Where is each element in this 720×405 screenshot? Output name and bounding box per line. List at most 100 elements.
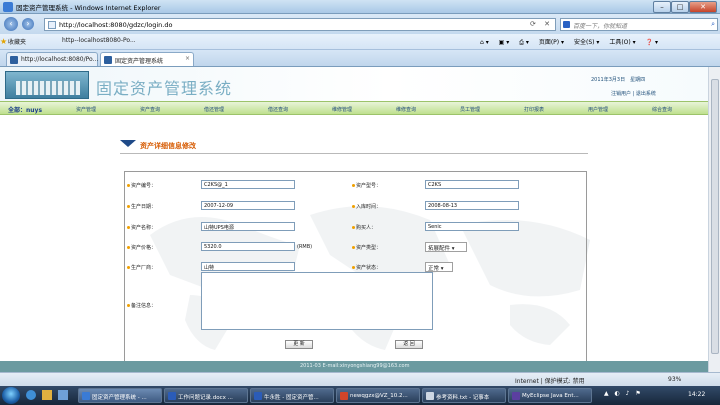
manufacturer-field[interactable]: 山特: [201, 262, 295, 271]
zoom-level[interactable]: 93%: [668, 376, 681, 383]
close-button[interactable]: ✕: [689, 1, 717, 13]
maximize-button[interactable]: □: [671, 1, 689, 13]
favorites-button[interactable]: 收藏夹: [8, 37, 26, 46]
asset-edit-form: 资产编号： C2KS@_1 资产型号： C2KS 生产日期： 2007-12-0…: [124, 171, 587, 372]
menu-repair-management[interactable]: 维修管理: [332, 106, 352, 113]
remarks-textarea[interactable]: [201, 272, 433, 330]
taskbar-item[interactable]: 牛永胜 - 固定资产管...: [250, 388, 334, 403]
menu-repair-query[interactable]: 维修查询: [396, 106, 416, 113]
browser-tab[interactable]: http://localhost:8080/Po...: [6, 52, 98, 66]
storage-time-label: 入库时间：: [352, 203, 381, 210]
desktop-quicklaunch-icon[interactable]: [58, 390, 68, 400]
favorites-link[interactable]: http--localhost8080-Po...: [62, 37, 136, 44]
ie-quicklaunch-icon[interactable]: [26, 390, 36, 400]
web-page: 固定资产管理系统 2011年3月3日 星期四 注销用户 | 退出系统 全部：nu…: [0, 67, 708, 372]
user-links[interactable]: 注销用户 | 退出系统: [611, 90, 656, 97]
taskbar-item[interactable]: 固定资产管理系统 - ...: [78, 388, 162, 403]
favorites-bar: ★ 收藏夹 http--localhost8080-Po... ⌂ ▾ ▣ ▾ …: [0, 34, 720, 50]
storage-time-field[interactable]: 2008-08-13: [425, 201, 519, 210]
tab-row: http://localhost:8080/Po... 固定资产管理系统 ×: [0, 50, 720, 67]
section-title: 资产详细信息修改: [140, 142, 196, 150]
back-button-form[interactable]: 返 回: [395, 340, 423, 349]
window-titlebar[interactable]: 固定资产管理系统 - Windows Internet Explorer – □…: [0, 0, 720, 14]
home-icon[interactable]: ⌂ ▾: [480, 39, 489, 46]
feeds-icon[interactable]: ▣ ▾: [499, 39, 510, 46]
asset-name-field[interactable]: 山特UPS电源: [201, 222, 295, 231]
baidu-icon: [563, 21, 570, 28]
word-icon: [254, 392, 262, 400]
scroll-thumb[interactable]: [711, 79, 719, 354]
menu-staff-management[interactable]: 员工管理: [460, 106, 480, 113]
page-menu[interactable]: 页面(P) ▾: [539, 39, 564, 46]
current-date: 2011年3月3日 星期四: [591, 77, 646, 83]
menu-borrow-query[interactable]: 借还查询: [268, 106, 288, 113]
asset-type-label: 资产类型：: [352, 244, 381, 251]
address-bar[interactable]: http://localhost:8080/gdzc/login.do ⟳ ✕: [44, 18, 556, 31]
menu-print-report[interactable]: 打印报表: [524, 106, 544, 113]
status-bar: Internet | 保护模式: 禁用 93%: [0, 372, 720, 386]
price-field[interactable]: 5320.0: [201, 242, 295, 251]
content-area: 资产详细信息修改 资产编号： C2KS@_1 资产型号： C2KS 生产日期： …: [0, 115, 708, 372]
tab-close-icon[interactable]: ×: [185, 55, 190, 62]
asset-model-label: 资产型号：: [352, 182, 381, 189]
start-button[interactable]: [2, 387, 20, 404]
tab-page-icon: [10, 56, 18, 64]
explorer-quicklaunch-icon[interactable]: [42, 390, 52, 400]
minimize-button[interactable]: –: [653, 1, 671, 13]
favorites-star-icon[interactable]: ★: [0, 37, 7, 46]
asset-no-field[interactable]: C2KS@_1: [201, 180, 295, 189]
asset-status-select[interactable]: 正常 ▾: [425, 262, 453, 272]
forward-button[interactable]: ›: [22, 18, 34, 30]
search-box[interactable]: 百度一下，你就知道 ⌕: [560, 18, 718, 31]
menu-user-management[interactable]: 用户管理: [588, 106, 608, 113]
price-label: 资产价格：: [127, 244, 156, 251]
menu-combined-query[interactable]: 综合查询: [652, 106, 672, 113]
print-icon[interactable]: ⎙ ▾: [519, 39, 529, 46]
browser-tab-active[interactable]: 固定资产管理系统 ×: [100, 52, 194, 66]
menu-asset-query[interactable]: 资产查询: [140, 106, 160, 113]
asset-type-select[interactable]: 拓展配件 ▾: [425, 242, 467, 252]
system-title: 固定资产管理系统: [96, 79, 233, 98]
safety-menu[interactable]: 安全(S) ▾: [574, 39, 599, 46]
main-menu: 全部：nuys 资产管理 资产查询 借还管理 借还查询 维修管理 维修查询 员工…: [0, 101, 708, 115]
command-bar: ⌂ ▾ ▣ ▾ ⎙ ▾ 页面(P) ▾ 安全(S) ▾ 工具(O) ▾ ❓ ▾: [480, 37, 666, 47]
purchaser-field[interactable]: Senic: [425, 222, 519, 231]
site-banner: 固定资产管理系统 2011年3月3日 星期四 注销用户 | 退出系统: [0, 67, 708, 101]
clock[interactable]: 14:22: [688, 391, 705, 398]
security-zone: Internet | 保护模式: 禁用: [515, 378, 585, 385]
production-date-label: 生产日期：: [127, 203, 156, 210]
taskbar-item[interactable]: MyEclipse Java Ent...: [508, 388, 592, 403]
chevron-down-icon: ▾: [440, 266, 444, 272]
production-date-field[interactable]: 2007-12-09: [201, 201, 295, 210]
tray-icons[interactable]: ▲ ◐ ♪ ⚑: [604, 390, 644, 400]
windows-taskbar: 固定资产管理系统 - ... 工作问题记录.docx ... 牛永胜 - 固定资…: [0, 386, 720, 405]
asset-no-label: 资产编号：: [127, 182, 156, 189]
current-user: 全部：nuys: [8, 107, 43, 114]
tools-menu[interactable]: 工具(O) ▾: [609, 39, 635, 46]
page-icon: [48, 21, 56, 29]
taskbar-item[interactable]: newqgzx@VZ_10.2...: [336, 388, 420, 403]
window-title: 固定资产管理系统 - Windows Internet Explorer: [16, 4, 161, 12]
help-menu[interactable]: ❓ ▾: [646, 39, 658, 46]
update-button[interactable]: 更 新: [285, 340, 313, 349]
menu-asset-management[interactable]: 资产管理: [76, 106, 96, 113]
asset-status-label: 资产状态：: [352, 264, 381, 271]
search-placeholder: 百度一下，你就知道: [573, 23, 628, 30]
section-divider: [120, 153, 588, 154]
back-button[interactable]: ‹: [4, 17, 18, 31]
taskbar-item[interactable]: 工作问题记录.docx ...: [164, 388, 248, 403]
building-logo: [5, 71, 89, 99]
word-icon: [168, 392, 176, 400]
vertical-scrollbar[interactable]: [708, 67, 720, 372]
asset-name-label: 资产名称：: [127, 224, 156, 231]
search-icon[interactable]: ⌕: [711, 20, 715, 29]
asset-model-field[interactable]: C2KS: [425, 180, 519, 189]
refresh-stop-icons[interactable]: ⟳ ✕: [530, 20, 553, 28]
tab-label: 固定资产管理系统: [115, 58, 164, 65]
tab-page-icon: [104, 56, 112, 64]
menu-borrow-management[interactable]: 借还管理: [204, 106, 224, 113]
remarks-label: 备注信息：: [127, 302, 156, 309]
section-arrow-icon: [120, 140, 136, 147]
tab-label: http://localhost:8080/Po...: [21, 56, 99, 63]
taskbar-item[interactable]: 参考资料.txt - 记事本: [422, 388, 506, 403]
